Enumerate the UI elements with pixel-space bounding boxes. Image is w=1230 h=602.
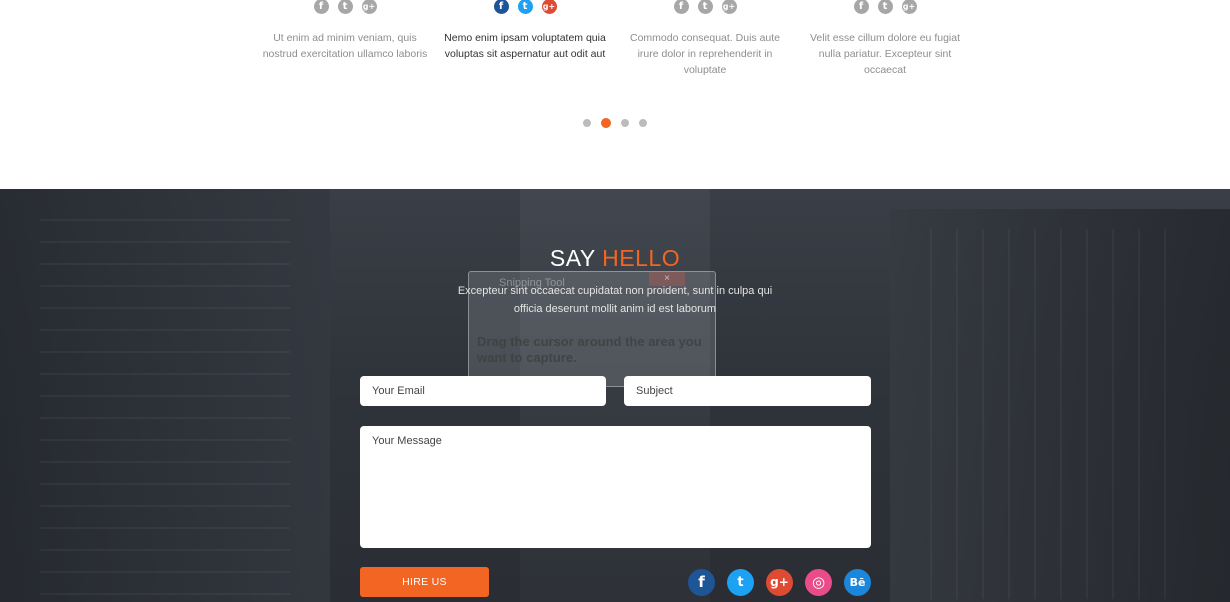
behance-icon[interactable]: Bē <box>844 569 871 596</box>
email-field[interactable] <box>360 376 606 406</box>
contact-section: SAY HELLO Snipping Tool × Drag the curso… <box>0 189 1230 602</box>
slider-dot-4[interactable] <box>639 119 647 127</box>
google-plus-icon[interactable]: g+ <box>541 0 557 14</box>
team-section: f t g+ Ut enim ad minim veniam, quis nos… <box>0 0 1230 189</box>
twitter-icon[interactable]: t <box>727 569 754 596</box>
twitter-icon[interactable]: t <box>337 0 353 14</box>
twitter-icon[interactable]: t <box>517 0 533 14</box>
background-window-pattern <box>40 219 290 599</box>
google-plus-icon[interactable]: g+ <box>901 0 917 14</box>
snipping-tool-message: Drag the cursor around the area you want… <box>477 334 702 365</box>
member-socials: f t g+ <box>615 0 795 14</box>
contact-title: SAY HELLO <box>0 245 1230 272</box>
slider-pagination <box>0 118 1230 128</box>
contact-title-plain: SAY <box>549 245 596 271</box>
member-description: Nemo enim ipsam voluptatem quia voluptas… <box>444 32 606 60</box>
google-plus-icon[interactable]: g+ <box>766 569 793 596</box>
background-window-pattern <box>930 229 1180 599</box>
message-field[interactable] <box>360 426 871 548</box>
member-socials: f t g+ <box>795 0 975 14</box>
facebook-icon[interactable]: f <box>688 569 715 596</box>
team-member-4: f t g+ Velit esse cillum dolore eu fugia… <box>795 0 975 78</box>
member-description: Commodo consequat. Duis aute irure dolor… <box>630 32 780 76</box>
facebook-icon[interactable]: f <box>853 0 869 14</box>
member-socials: f t g+ <box>435 0 615 14</box>
slider-dot-1[interactable] <box>583 119 591 127</box>
contact-title-accent: HELLO <box>602 245 681 271</box>
member-description: Velit esse cillum dolore eu fugiat nulla… <box>810 32 960 76</box>
member-socials: f t g+ <box>255 0 435 14</box>
facebook-icon[interactable]: f <box>493 0 509 14</box>
twitter-icon[interactable]: t <box>877 0 893 14</box>
team-member-1: f t g+ Ut enim ad minim veniam, quis nos… <box>255 0 435 62</box>
team-member-2: f t g+ Nemo enim ipsam voluptatem quia v… <box>435 0 615 62</box>
footer-social-links: f t g+ ◎ Bē <box>688 569 871 596</box>
contact-subtitle: Excepteur sint occaecat cupidatat non pr… <box>457 285 773 315</box>
subject-field[interactable] <box>624 376 871 406</box>
hire-us-button[interactable]: HIRE US <box>360 567 489 597</box>
slider-dot-2[interactable] <box>601 118 611 128</box>
facebook-icon[interactable]: f <box>313 0 329 14</box>
google-plus-icon[interactable]: g+ <box>721 0 737 14</box>
slider-dot-3[interactable] <box>621 119 629 127</box>
facebook-icon[interactable]: f <box>673 0 689 14</box>
dribbble-icon[interactable]: ◎ <box>805 569 832 596</box>
team-member-3: f t g+ Commodo consequat. Duis aute irur… <box>615 0 795 78</box>
twitter-icon[interactable]: t <box>697 0 713 14</box>
member-description: Ut enim ad minim veniam, quis nostrud ex… <box>262 32 428 60</box>
google-plus-icon[interactable]: g+ <box>361 0 377 14</box>
